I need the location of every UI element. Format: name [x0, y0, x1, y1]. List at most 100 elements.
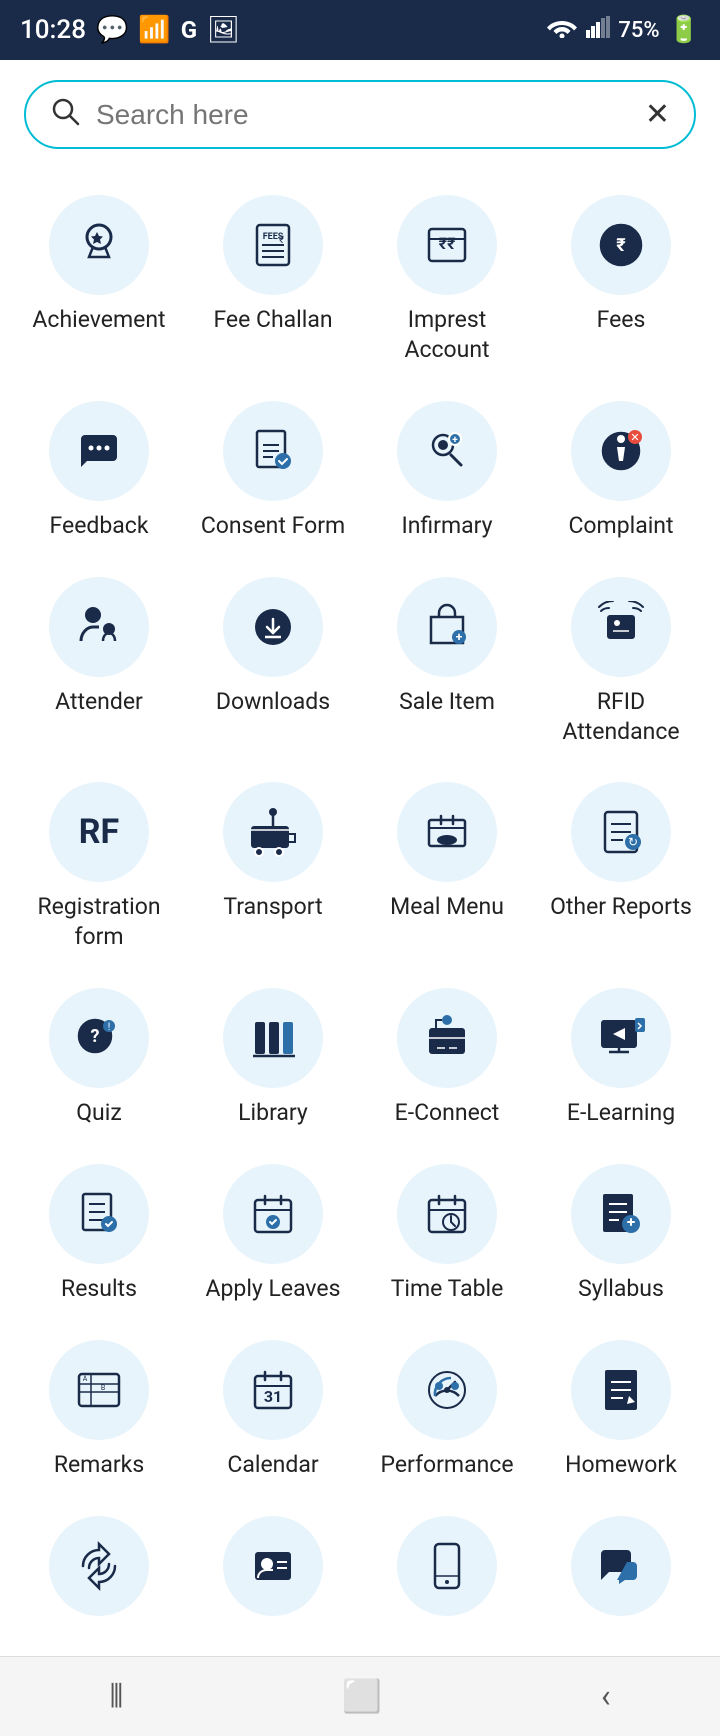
- rfid-attendance-label: RFID Attendance: [544, 687, 698, 747]
- imprest-account-icon: ₹₹: [397, 195, 497, 295]
- downloads-icon: [223, 577, 323, 677]
- remarks-label: Remarks: [54, 1450, 144, 1480]
- attender-label: Attender: [55, 687, 143, 717]
- id-card-icon: [223, 1516, 323, 1616]
- grid-item-feedback[interactable]: Feedback: [16, 385, 182, 551]
- back-nav-arrow[interactable]: ‹: [601, 1677, 611, 1715]
- fee-challan-label: Fee Challan: [213, 305, 332, 335]
- grid-item-other-reports[interactable]: ↻ Other Reports: [538, 766, 704, 962]
- wifi-icon: [546, 15, 578, 45]
- grid-item-library[interactable]: Library: [190, 972, 356, 1138]
- svg-text:B: B: [101, 1384, 105, 1392]
- search-input[interactable]: [96, 99, 629, 131]
- grid-item-fees[interactable]: ₹ Fees: [538, 179, 704, 375]
- e-connect-label: E-Connect: [395, 1098, 500, 1128]
- svg-text:?: ?: [91, 1026, 100, 1047]
- grid-item-transport[interactable]: Transport: [190, 766, 356, 962]
- battery-icon: 🔋: [668, 15, 700, 45]
- other-reports-icon: ↻: [571, 782, 671, 882]
- grid-item-meal-menu[interactable]: Meal Menu: [364, 766, 530, 962]
- grid-item-calendar[interactable]: 31 Calendar: [190, 1324, 356, 1490]
- results-label: Results: [61, 1274, 137, 1304]
- meal-menu-label: Meal Menu: [390, 892, 504, 922]
- calendar-icon: 31: [223, 1340, 323, 1440]
- grid-item-sale-item[interactable]: + Sale Item: [364, 561, 530, 757]
- grid-item-attender[interactable]: Attender: [16, 561, 182, 757]
- grid-item-sync[interactable]: [16, 1500, 182, 1636]
- registration-form-label: Registration form: [22, 892, 176, 952]
- grid-item-homework[interactable]: Homework: [538, 1324, 704, 1490]
- chat-icon: [571, 1516, 671, 1616]
- apply-leaves-icon: [223, 1164, 323, 1264]
- grid-item-mobile[interactable]: [364, 1500, 530, 1636]
- quiz-icon: ? !: [49, 988, 149, 1088]
- bottom-navigation: ⦀ ⬜ ‹: [0, 1656, 720, 1736]
- quiz-label: Quiz: [76, 1098, 122, 1128]
- e-learning-icon: [571, 988, 671, 1088]
- svg-text:✕: ✕: [630, 431, 639, 444]
- svg-text:₹₹: ₹₹: [439, 234, 456, 253]
- fees-icon: ₹: [571, 195, 671, 295]
- sale-item-icon: +: [397, 577, 497, 677]
- sync-icon: [49, 1516, 149, 1616]
- syllabus-label: Syllabus: [578, 1274, 664, 1304]
- grid-item-downloads[interactable]: Downloads: [190, 561, 356, 757]
- svg-text:31: 31: [264, 1387, 282, 1406]
- apply-leaves-label: Apply Leaves: [205, 1274, 340, 1304]
- signal-icon: [586, 15, 610, 45]
- g-icon: G: [181, 16, 197, 44]
- svg-text:+: +: [452, 435, 458, 446]
- status-bar: 10:28 💬 📶 G 🖼 75% 🔋: [0, 0, 720, 60]
- clear-search-button[interactable]: ✕: [645, 97, 670, 132]
- grid-item-e-connect[interactable]: E-Connect: [364, 972, 530, 1138]
- grid-item-consent-form[interactable]: Consent Form: [190, 385, 356, 551]
- infirmary-label: Infirmary: [401, 511, 492, 541]
- e-connect-icon: [397, 988, 497, 1088]
- results-icon: [49, 1164, 149, 1264]
- grid-item-complaint[interactable]: ✕ Complaint: [538, 385, 704, 551]
- attender-icon: [49, 577, 149, 677]
- calendar-label: Calendar: [227, 1450, 318, 1480]
- homework-label: Homework: [565, 1450, 677, 1480]
- library-label: Library: [238, 1098, 308, 1128]
- svg-text:A: A: [83, 1375, 88, 1383]
- grid-item-results[interactable]: Results: [16, 1148, 182, 1314]
- imprest-account-label: Imprest Account: [370, 305, 524, 365]
- app-grid: Achievement FEES ₹ Fee Challan ₹₹ Impres…: [0, 159, 720, 1656]
- downloads-label: Downloads: [216, 687, 330, 717]
- library-icon: [223, 988, 323, 1088]
- grid-item-id-card[interactable]: [190, 1500, 356, 1636]
- complaint-icon: ✕: [571, 401, 671, 501]
- home-nav-square[interactable]: ⬜: [342, 1677, 382, 1715]
- search-icon: [50, 96, 80, 133]
- grid-item-remarks[interactable]: A B Remarks: [16, 1324, 182, 1490]
- grid-item-apply-leaves[interactable]: Apply Leaves: [190, 1148, 356, 1314]
- grid-item-e-learning[interactable]: E-Learning: [538, 972, 704, 1138]
- notification-icon: 💬: [96, 15, 128, 45]
- grid-item-infirmary[interactable]: + Infirmary: [364, 385, 530, 551]
- svg-text:!: !: [108, 1022, 111, 1033]
- back-nav-lines[interactable]: ⦀: [109, 1677, 123, 1716]
- consent-form-icon: [223, 401, 323, 501]
- grid-item-quiz[interactable]: ? ! Quiz: [16, 972, 182, 1138]
- time-table-icon: [397, 1164, 497, 1264]
- grid-item-time-table[interactable]: Time Table: [364, 1148, 530, 1314]
- grid-item-syllabus[interactable]: Syllabus: [538, 1148, 704, 1314]
- mobile-icon: [397, 1516, 497, 1616]
- hotspot-icon: 📶: [138, 15, 170, 45]
- fees-label: Fees: [597, 305, 646, 335]
- svg-text:₹: ₹: [279, 235, 284, 246]
- rfid-attendance-icon: [571, 577, 671, 677]
- svg-text:₹: ₹: [616, 235, 626, 256]
- grid-item-fee-challan[interactable]: FEES ₹ Fee Challan: [190, 179, 356, 375]
- grid-item-imprest-account[interactable]: ₹₹ Imprest Account: [364, 179, 530, 375]
- sale-item-label: Sale Item: [399, 687, 495, 717]
- grid-item-performance[interactable]: Performance: [364, 1324, 530, 1490]
- grid-item-rfid-attendance[interactable]: RFID Attendance: [538, 561, 704, 757]
- complaint-label: Complaint: [568, 511, 673, 541]
- grid-item-registration-form[interactable]: RF Registration form: [16, 766, 182, 962]
- achievement-icon: [49, 195, 149, 295]
- svg-text:↻: ↻: [628, 835, 638, 849]
- grid-item-achievement[interactable]: Achievement: [16, 179, 182, 375]
- grid-item-chat[interactable]: [538, 1500, 704, 1636]
